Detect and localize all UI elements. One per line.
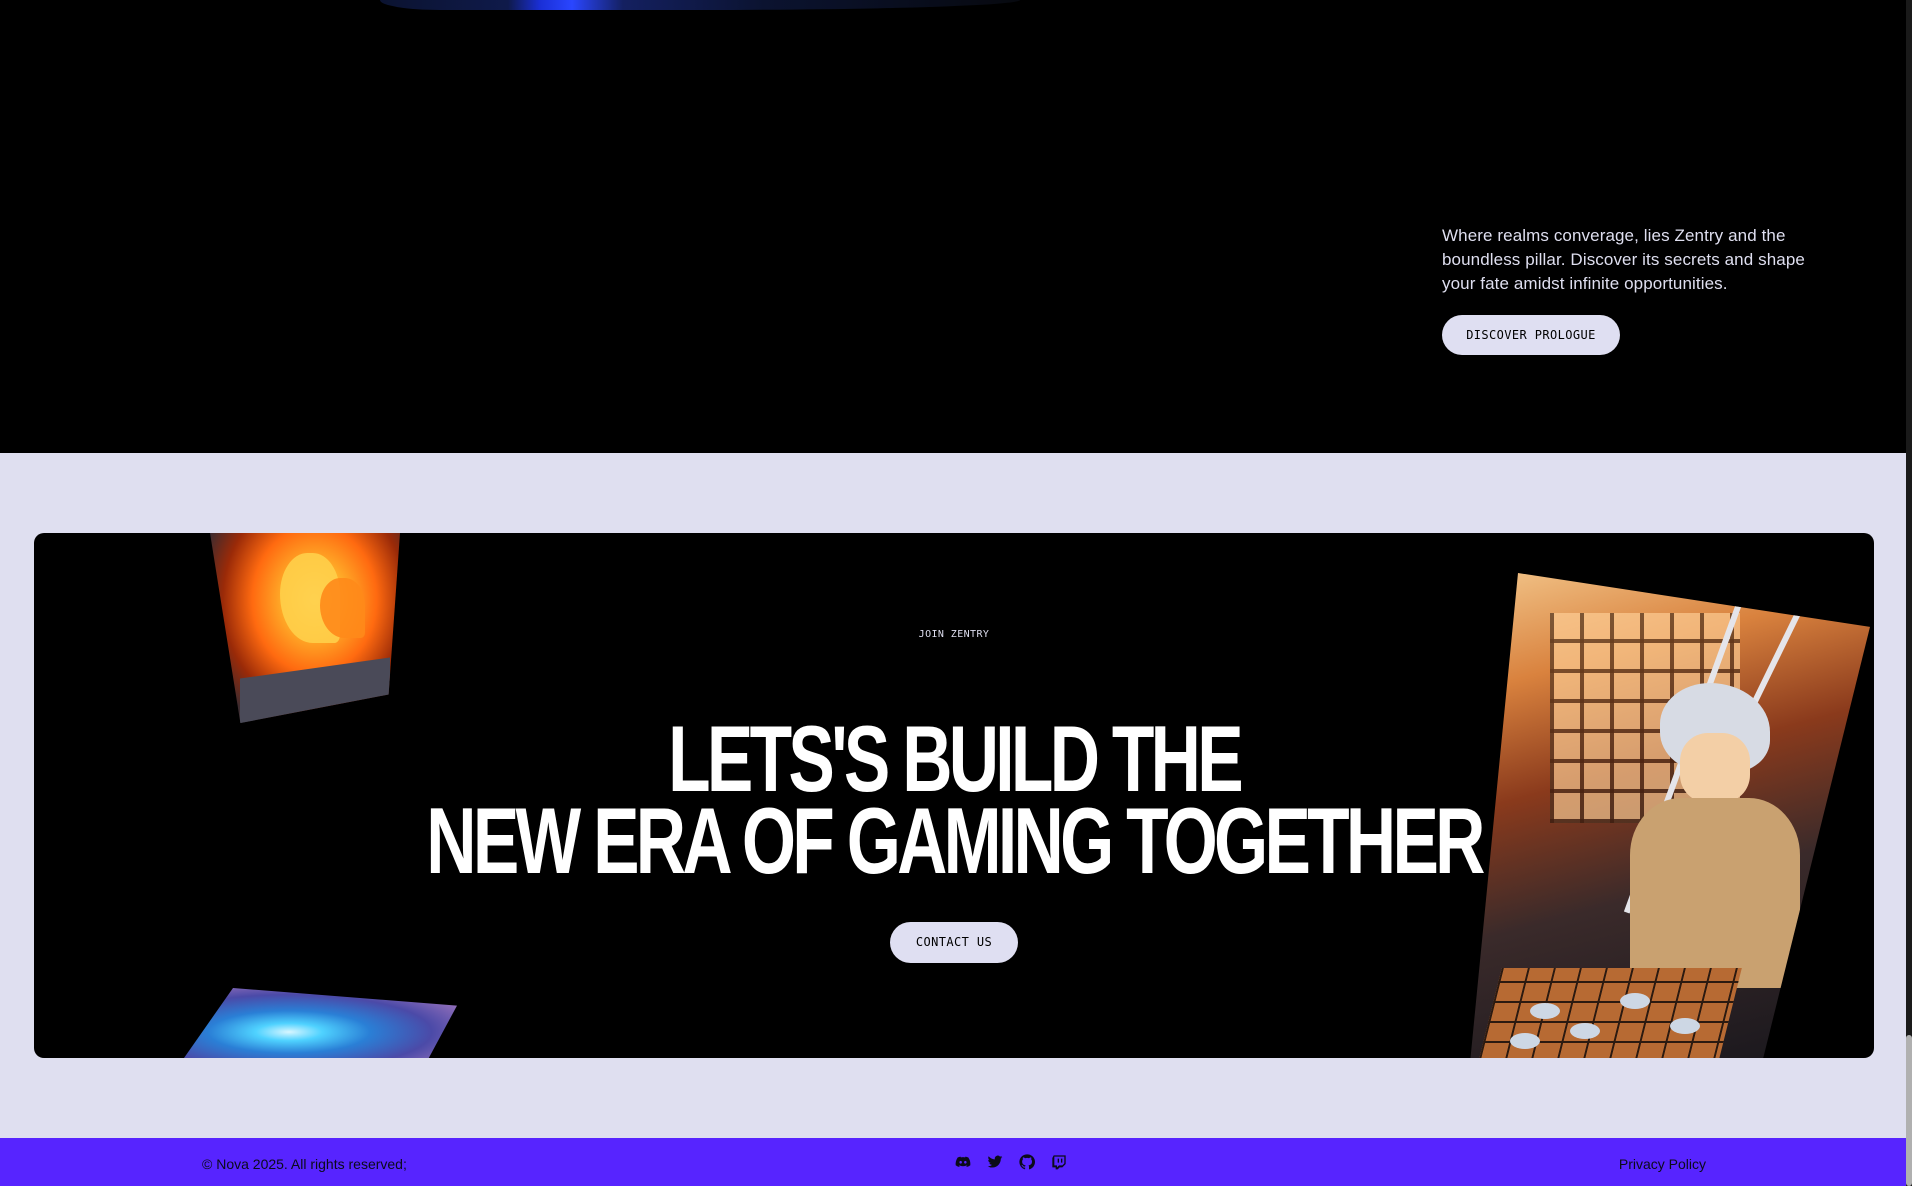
join-card: JOIN ZENTRY LETS'S BUILD THE NEW ERA OF … [34, 533, 1874, 1058]
energy-artwork-image [177, 988, 457, 1058]
github-icon[interactable] [1019, 1154, 1035, 1170]
contact-section: JOIN ZENTRY LETS'S BUILD THE NEW ERA OF … [0, 453, 1906, 1138]
footer: © Nova 2025. All rights reserved; Privac… [0, 1138, 1906, 1186]
copyright-text: © Nova 2025. All rights reserved; [202, 1156, 407, 1172]
contact-us-button[interactable]: CONTACT US [890, 922, 1018, 963]
scrollbar-thumb[interactable] [1906, 1035, 1912, 1186]
fire-artwork-image [210, 533, 400, 723]
join-label: JOIN ZENTRY [918, 629, 990, 640]
prologue-text: Where realms converage, lies Zentry and … [1442, 226, 1805, 293]
privacy-policy-link[interactable]: Privacy Policy [1619, 1138, 1706, 1186]
join-headline: LETS'S BUILD THE NEW ERA OF GAMING TOGET… [34, 712, 1874, 893]
headline-line-2: NEW ERA OF GAMING TOGETHER [426, 788, 1485, 893]
twitter-icon[interactable] [987, 1154, 1003, 1170]
discover-prologue-button[interactable]: DISCOVER PROLOGUE [1442, 315, 1620, 355]
prologue-block: Where realms converage, lies Zentry and … [1442, 224, 1832, 355]
prologue-section: Where realms converage, lies Zentry and … [0, 0, 1906, 453]
twitch-icon[interactable] [1051, 1154, 1067, 1170]
page-scrollbar[interactable] [1906, 0, 1912, 1186]
hero-video-frame-edge [380, 0, 1020, 10]
discord-icon[interactable] [955, 1154, 971, 1170]
social-links [955, 1154, 1067, 1170]
